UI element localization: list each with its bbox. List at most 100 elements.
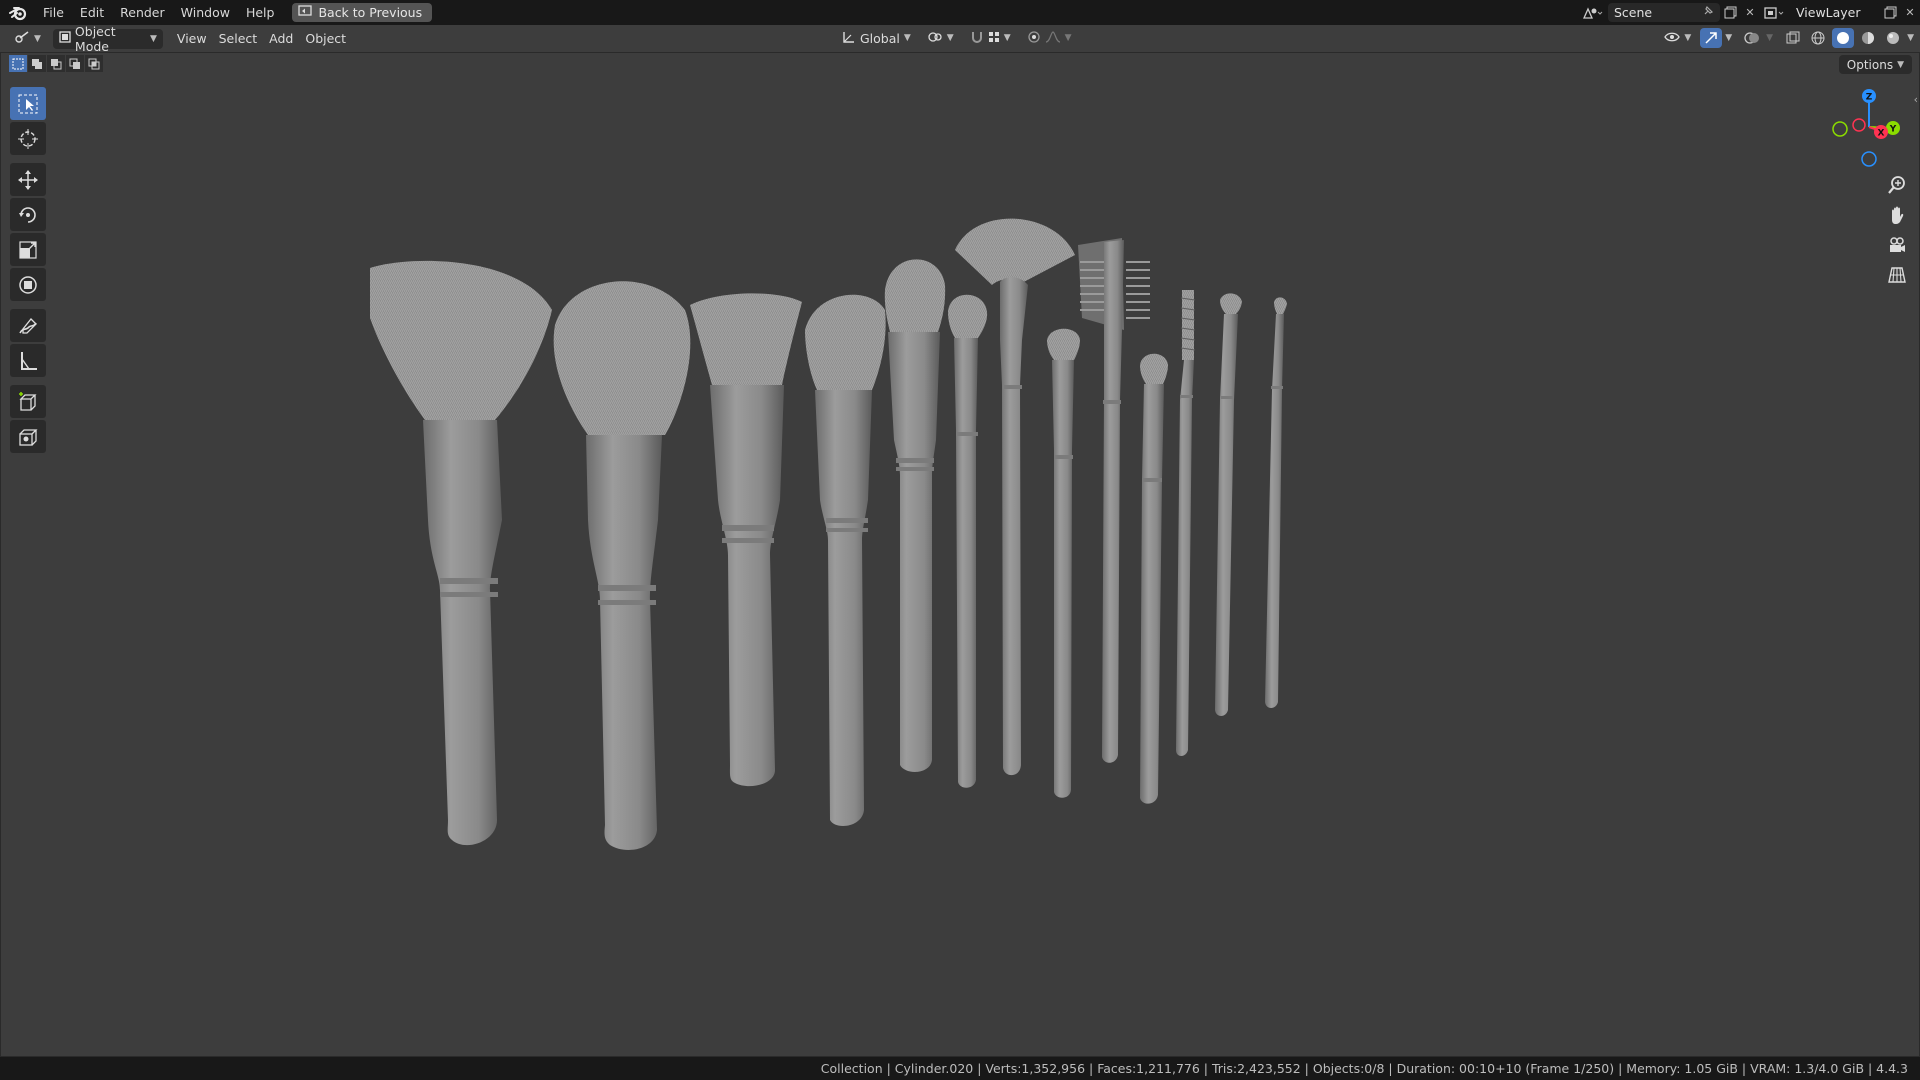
- shading-material-button[interactable]: [1857, 28, 1879, 48]
- brush-11[interactable]: [1176, 290, 1196, 756]
- options-dropdown[interactable]: Options ▼: [1838, 55, 1912, 74]
- snap-toggle[interactable]: ▼: [964, 28, 1017, 48]
- viewport-navigation-buttons: [1882, 170, 1912, 290]
- shading-rendered-button[interactable]: [1882, 28, 1904, 48]
- pivot-point-selector[interactable]: ▼: [921, 28, 960, 48]
- menu-object[interactable]: Object: [299, 29, 352, 49]
- object-mode-icon: [59, 31, 71, 46]
- brush-12[interactable]: [1215, 293, 1242, 716]
- rotate-tool[interactable]: [10, 198, 46, 231]
- brush-6[interactable]: [948, 294, 988, 788]
- select-intersect-icon[interactable]: [85, 55, 103, 72]
- select-new-icon[interactable]: [9, 55, 27, 72]
- view-layer-field[interactable]: ViewLayer: [1790, 3, 1880, 22]
- delete-scene-icon[interactable]: ✕: [1740, 3, 1760, 22]
- pivot-icon: [927, 30, 943, 47]
- orientation-label: Global: [860, 30, 900, 46]
- editor-type-button[interactable]: ▼: [8, 29, 47, 49]
- viewport-3d[interactable]: [0, 0, 1920, 1080]
- scene-selector-icon[interactable]: [1578, 3, 1608, 22]
- move-tool[interactable]: [10, 163, 46, 196]
- selection-mode-buttons: [9, 55, 103, 72]
- cursor-tool[interactable]: [10, 122, 46, 155]
- back-to-previous-button[interactable]: Back to Previous: [292, 3, 433, 22]
- pin-icon[interactable]: [1702, 5, 1714, 20]
- brush-10[interactable]: [1140, 353, 1168, 804]
- menu-select[interactable]: Select: [213, 29, 264, 49]
- top-right-area: Scene ✕ ViewLayer ✕: [1578, 0, 1920, 25]
- back-to-previous-label: Back to Previous: [318, 5, 423, 20]
- status-bar: Collection | Cylinder.020 | Verts:1,352,…: [0, 1057, 1920, 1080]
- chevron-down-icon: ▼: [1003, 33, 1011, 43]
- annotate-tool[interactable]: [10, 309, 46, 342]
- brush-5[interactable]: [884, 259, 946, 772]
- chevron-down-icon[interactable]: ▼: [1766, 33, 1773, 43]
- navigation-gizmo[interactable]: Z Y X: [1828, 86, 1910, 168]
- select-invert-icon[interactable]: [66, 55, 84, 72]
- new-scene-icon[interactable]: [1720, 3, 1740, 22]
- options-label: Options: [1846, 57, 1894, 72]
- menu-render[interactable]: Render: [112, 0, 173, 25]
- xray-toggle-button[interactable]: [1782, 28, 1804, 48]
- scene-name-field[interactable]: Scene: [1608, 3, 1720, 22]
- menu-add[interactable]: Add: [263, 29, 299, 49]
- proportional-editing-toggle[interactable]: ▼: [1021, 28, 1078, 48]
- brush-9[interactable]: [1078, 238, 1150, 763]
- axis-neg-z-handle[interactable]: [1861, 151, 1877, 167]
- chevron-down-icon[interactable]: ▼: [1907, 33, 1914, 43]
- menu-file[interactable]: File: [35, 0, 72, 25]
- overlays-toggle-button[interactable]: [1741, 28, 1763, 48]
- view-layer-selector-icon[interactable]: [1760, 3, 1790, 22]
- menu-window[interactable]: Window: [173, 0, 238, 25]
- blender-logo-icon[interactable]: [7, 2, 29, 24]
- transform-orientation-selector[interactable]: Global ▼: [836, 28, 917, 48]
- select-extend-icon[interactable]: [28, 55, 46, 72]
- mode-label: Object Mode: [74, 23, 116, 54]
- axis-y-label: Y: [1889, 125, 1897, 135]
- camera-view-icon[interactable]: [1882, 230, 1912, 260]
- sidebar-toggle-icon[interactable]: ‹: [1914, 93, 1918, 106]
- axis-x-label: X: [1878, 129, 1885, 139]
- magnet-icon: [970, 30, 984, 47]
- menu-edit[interactable]: Edit: [72, 0, 112, 25]
- brush-8[interactable]: [1047, 328, 1080, 798]
- menu-view[interactable]: View: [171, 29, 213, 49]
- delete-view-layer-icon[interactable]: ✕: [1900, 3, 1920, 22]
- axis-neg-y-handle[interactable]: [1832, 121, 1848, 137]
- menu-help[interactable]: Help: [238, 0, 283, 25]
- chevron-down-icon: ▼: [150, 33, 157, 44]
- measure-tool[interactable]: [10, 344, 46, 377]
- header-right-tools: ▼ ▼ ▼ ▼: [1658, 28, 1914, 48]
- brush-13[interactable]: [1265, 297, 1287, 708]
- select-subtract-icon[interactable]: [47, 55, 65, 72]
- gizmo-toggle-button[interactable]: [1700, 28, 1723, 48]
- header-center-tools: Global ▼ ▼ ▼ ▼: [836, 28, 1078, 48]
- chevron-down-icon: ▼: [34, 33, 41, 44]
- add-cube-tool[interactable]: [10, 385, 46, 418]
- tool-shelf: [10, 87, 46, 455]
- mode-selector[interactable]: Object Mode ▼: [52, 24, 163, 54]
- top-menu-bar: File Edit Render Window Help Back to Pre…: [0, 0, 1920, 25]
- brush-2[interactable]: [553, 281, 691, 850]
- zoom-icon[interactable]: [1882, 170, 1912, 200]
- eye-icon: [1664, 31, 1681, 46]
- axis-neg-x-handle[interactable]: [1852, 118, 1866, 132]
- shading-wireframe-button[interactable]: [1807, 28, 1829, 48]
- chevron-down-icon: ▼: [946, 33, 954, 43]
- chevron-down-icon: ▼: [1684, 33, 1692, 43]
- select-box-tool[interactable]: [10, 87, 46, 120]
- perspective-ortho-grid-icon[interactable]: [1882, 260, 1912, 290]
- object-visibility-selector[interactable]: ▼: [1658, 28, 1697, 48]
- scale-tool[interactable]: [10, 233, 46, 266]
- transform-tool[interactable]: [10, 268, 46, 301]
- shading-solid-button[interactable]: [1832, 28, 1855, 48]
- editor-type-icon: [14, 30, 30, 47]
- new-view-layer-icon[interactable]: [1880, 3, 1900, 22]
- chevron-down-icon[interactable]: ▼: [1725, 33, 1732, 43]
- falloff-curve-icon: [1045, 30, 1061, 46]
- brush-4[interactable]: [805, 294, 886, 826]
- brush-3[interactable]: [690, 293, 802, 787]
- pan-hand-icon[interactable]: [1882, 200, 1912, 230]
- brush-1[interactable]: [370, 260, 552, 846]
- add-object-tool[interactable]: [10, 420, 46, 453]
